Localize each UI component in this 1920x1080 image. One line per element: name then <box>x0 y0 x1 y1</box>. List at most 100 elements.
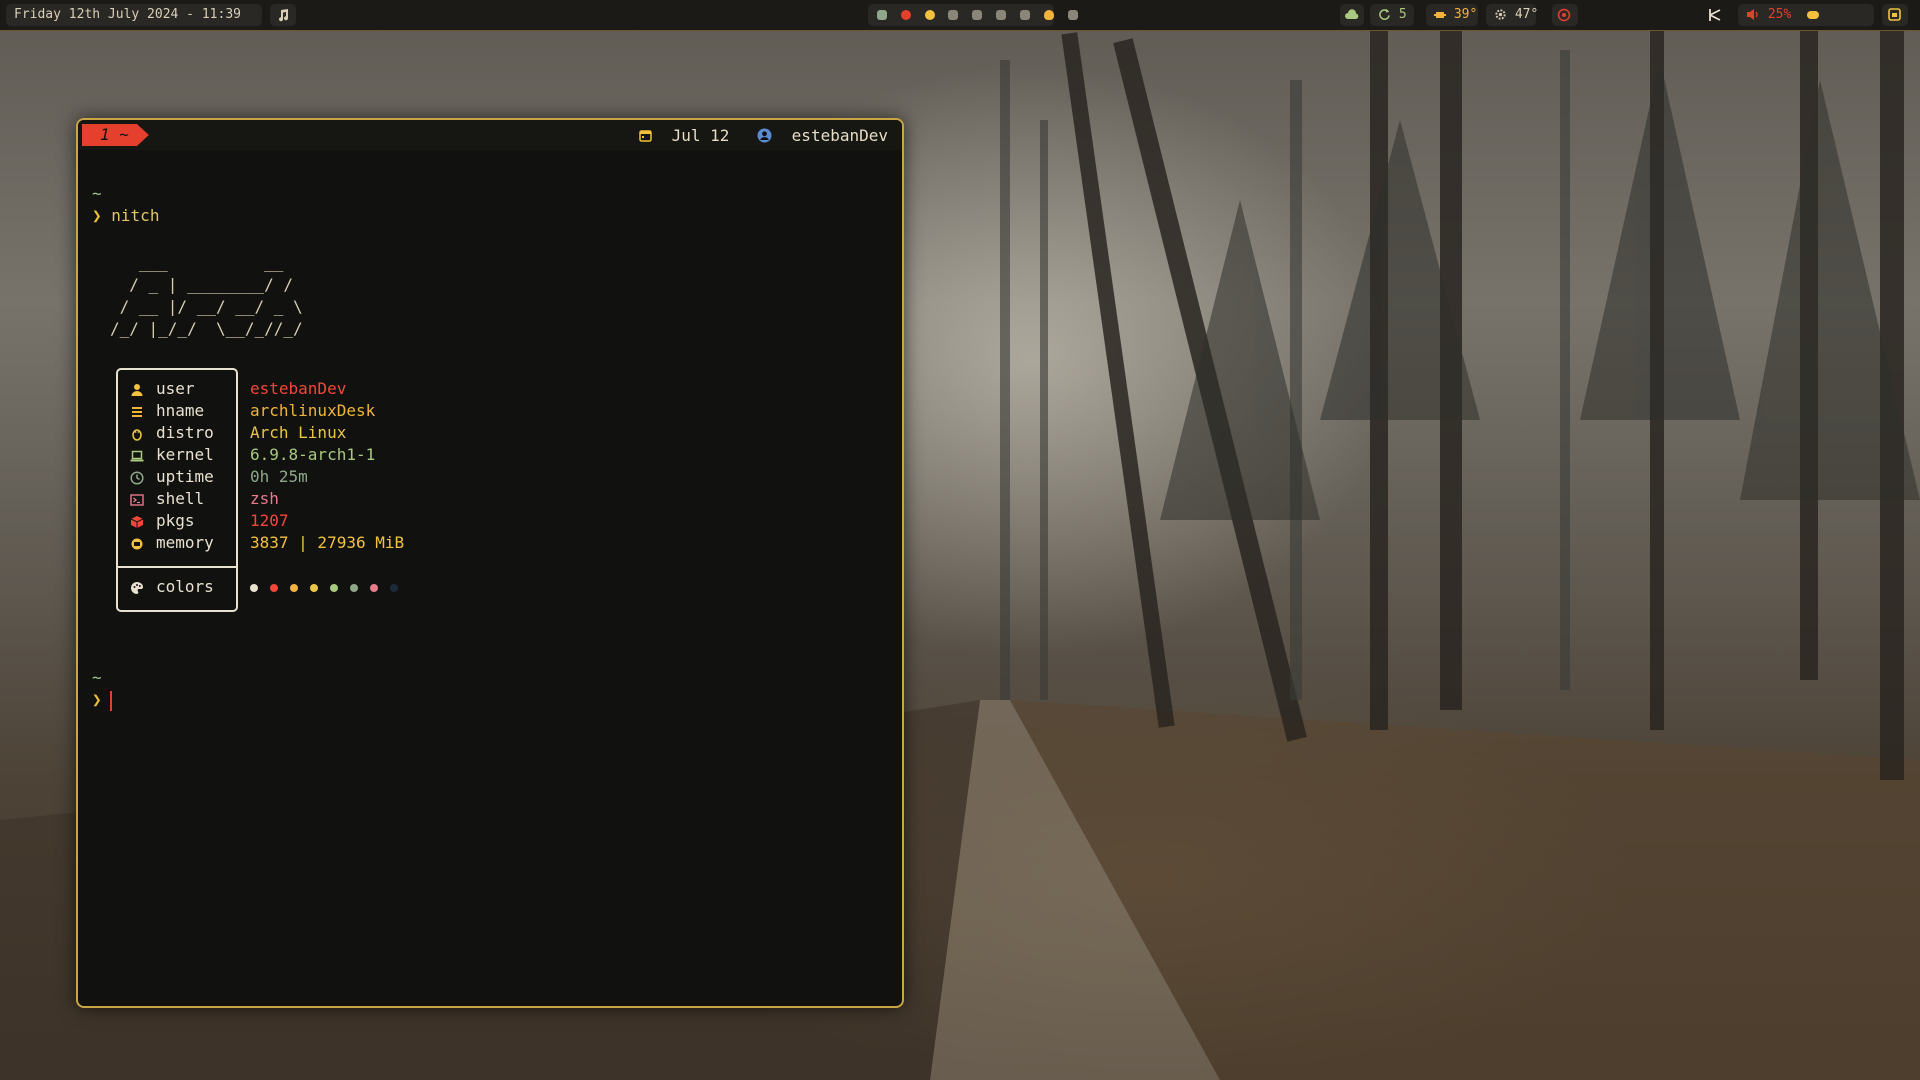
ascii-art: ___ __ / _ | ________/ / / __ |/ __/ __/… <box>110 252 303 340</box>
key-shell: shell <box>130 488 204 510</box>
key-user: user <box>130 378 195 400</box>
linux-icon <box>132 428 142 441</box>
datetime-widget[interactable]: Friday 12th July 2024 - 11:39 <box>6 4 262 26</box>
ascii-line: ___ __ <box>110 253 284 272</box>
date-label: Jul 12 <box>671 125 730 145</box>
key-label: user <box>156 379 195 398</box>
key-kernel: kernel <box>130 444 214 466</box>
text-cursor <box>109 690 112 711</box>
ghost-icon[interactable] <box>948 9 959 20</box>
terminal-tab[interactable]: 1 ~ <box>82 124 149 146</box>
workspaces <box>868 4 1078 26</box>
power-widget[interactable] <box>1882 4 1908 26</box>
key-label: distro <box>156 423 214 442</box>
flame-icon[interactable] <box>1043 9 1054 20</box>
cloud-icon <box>1345 8 1359 19</box>
value-distro: Arch Linux <box>250 423 347 442</box>
terminal-icon <box>130 493 144 506</box>
updates-widget[interactable]: 5 <box>1370 4 1414 26</box>
calendar-icon <box>639 130 652 142</box>
value-kernel: 6.9.8-arch1-1 <box>250 445 376 464</box>
terminal-status-right: Jul 12 estebanDev <box>639 124 888 146</box>
ghost-icon[interactable] <box>996 9 1007 20</box>
palette-dot <box>350 583 358 592</box>
user-icon <box>131 383 143 396</box>
key-pkgs: pkgs <box>130 510 195 532</box>
user-label: estebanDev <box>791 125 888 145</box>
key-distro: distro <box>130 422 214 444</box>
key-label: colors <box>156 577 214 596</box>
pacman-icon[interactable] <box>924 9 935 20</box>
ascii-line: / _ | ________/ / <box>110 275 294 294</box>
ghost-icon[interactable] <box>877 9 887 20</box>
cpu-temp-widget[interactable]: 39° <box>1426 4 1478 26</box>
laptop-icon <box>130 450 144 461</box>
volume-value: 25% <box>1767 7 1792 22</box>
hostname-icon <box>132 406 142 417</box>
prompt-symbol: ❯ <box>92 206 102 225</box>
palette-dot <box>390 583 398 592</box>
package-icon <box>130 515 144 528</box>
volume-widget[interactable]: 25% <box>1738 4 1874 26</box>
info-divider <box>118 566 236 568</box>
palette-dot <box>370 583 378 592</box>
datetime-text: Friday 12th July 2024 - 11:39 <box>14 7 241 22</box>
music-widget[interactable] <box>270 4 296 26</box>
gear-icon <box>1495 9 1506 20</box>
key-label: hname <box>156 401 205 420</box>
gpu-temp-widget[interactable]: 47° <box>1486 4 1539 26</box>
palette-dot <box>270 583 278 592</box>
key-label: kernel <box>156 445 214 464</box>
cat-icon[interactable] <box>1067 9 1078 20</box>
clock-icon <box>130 470 144 485</box>
prompt-dir: ~ <box>92 184 102 203</box>
refresh-icon <box>1379 8 1390 20</box>
music-note-icon <box>279 8 289 21</box>
key-memory: memory <box>130 532 214 554</box>
value-user: estebanDev <box>250 379 347 398</box>
command-line: ❯ nitch <box>92 206 159 225</box>
top-bar: Friday 12th July 2024 - 11:39 5 39° 47° … <box>0 0 1920 31</box>
network-widget[interactable] <box>1702 4 1728 26</box>
prompt-dir: ~ <box>92 668 102 687</box>
input-line[interactable]: ❯ <box>92 690 112 711</box>
ghost-icon[interactable] <box>1019 9 1030 20</box>
ghost-icon[interactable] <box>972 9 983 20</box>
command-text: nitch <box>111 206 160 225</box>
palette-dot <box>330 583 338 592</box>
palette-icon <box>131 581 143 594</box>
terminal-window[interactable]: 1 ~ Jul 12 estebanDev ~ ❯ nitch ___ __ /… <box>76 118 904 1008</box>
palette-dot <box>290 583 298 592</box>
key-hname: hname <box>130 400 204 422</box>
palette-dot <box>250 583 258 592</box>
value-uptime: 0h 25m <box>250 467 308 486</box>
volume-icon <box>1747 9 1758 20</box>
key-label: uptime <box>156 467 214 486</box>
key-label: memory <box>156 533 214 552</box>
cloud-widget[interactable] <box>1340 4 1364 26</box>
prompt-symbol: ❯ <box>92 690 102 709</box>
key-uptime: uptime <box>130 466 214 488</box>
record-icon <box>1557 8 1571 21</box>
value-hname: archlinuxDesk <box>250 401 376 420</box>
value-pkgs: 1207 <box>250 511 289 530</box>
red-dot-icon[interactable] <box>900 9 911 20</box>
palette-dot <box>310 583 318 592</box>
cpu-icon <box>1434 11 1446 18</box>
key-label: shell <box>156 489 205 508</box>
volume-slider[interactable] <box>1807 10 1820 19</box>
ascii-line: / __ |/ __/ __/ _ \ <box>110 297 303 316</box>
record-widget[interactable] <box>1552 4 1578 26</box>
key-label: pkgs <box>156 511 195 530</box>
network-icon <box>1709 8 1721 21</box>
cpu-temp-value: 39° <box>1453 7 1478 22</box>
updates-count: 5 <box>1398 7 1407 22</box>
memory-icon <box>131 538 143 549</box>
ascii-line: /_/ |_/_/ \__/_//_/ <box>110 319 303 338</box>
user-circle-icon <box>757 128 772 143</box>
gpu-temp-value: 47° <box>1514 7 1539 22</box>
info-key-box: user hname distro kernel uptime shell pk… <box>116 368 238 612</box>
value-shell: zsh <box>250 489 279 508</box>
color-palette <box>250 576 410 598</box>
value-memory: 3837 | 27936 MiB <box>250 533 405 552</box>
